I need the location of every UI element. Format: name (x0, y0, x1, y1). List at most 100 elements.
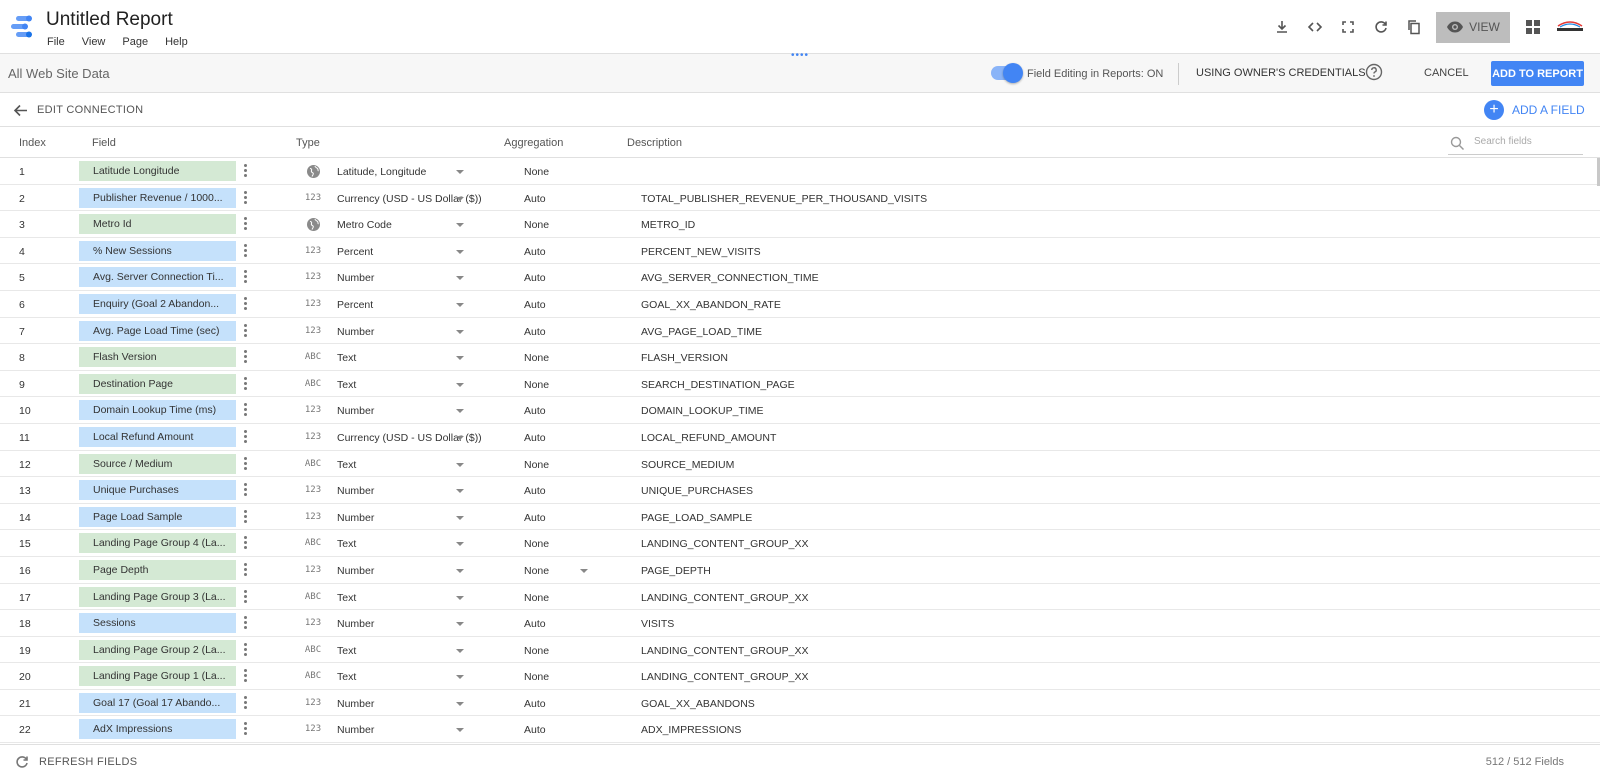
field-description[interactable]: FLASH_VERSION (641, 352, 728, 364)
aggregation-value[interactable]: Auto (524, 724, 546, 736)
more-vert-icon[interactable] (241, 270, 249, 285)
field-name-chip[interactable]: Domain Lookup Time (ms) (79, 400, 236, 421)
more-vert-icon[interactable] (241, 323, 249, 339)
type-dropdown-arrow-icon[interactable] (456, 223, 464, 228)
download-icon[interactable] (1265, 11, 1298, 44)
type-dropdown-arrow-icon[interactable] (456, 489, 464, 494)
field-name-chip[interactable]: Flash Version (79, 347, 236, 368)
field-name-chip[interactable]: Page Load Sample (79, 506, 236, 527)
type-select[interactable]: Text (337, 459, 465, 471)
field-description[interactable]: DOMAIN_LOOKUP_TIME (641, 405, 764, 417)
type-dropdown-arrow-icon[interactable] (456, 568, 464, 573)
more-vert-icon[interactable] (241, 403, 249, 418)
more-vert-icon[interactable] (241, 483, 249, 498)
aggregation-value[interactable]: Auto (524, 405, 546, 417)
field-description[interactable]: GOAL_XX_ABANDONS (641, 698, 755, 710)
field-name-chip[interactable]: Destination Page (79, 373, 236, 394)
field-description[interactable]: LANDING_CONTENT_GROUP_XX (641, 645, 808, 657)
field-description[interactable]: LANDING_CONTENT_GROUP_XX (641, 592, 808, 604)
aggregation-value[interactable]: None (524, 592, 549, 604)
type-dropdown-arrow-icon[interactable] (456, 382, 464, 387)
report-title[interactable]: Untitled Report (46, 9, 173, 31)
aggregation-value[interactable]: None (524, 645, 549, 657)
field-description[interactable]: LANDING_CONTENT_GROUP_XX (641, 671, 808, 683)
account-logo[interactable] (1550, 12, 1590, 42)
more-vert-icon[interactable] (241, 642, 249, 658)
menu-file[interactable]: File (47, 36, 65, 48)
more-vert-icon[interactable] (241, 695, 249, 711)
refresh-icon[interactable] (1364, 11, 1397, 44)
more-vert-icon[interactable] (241, 509, 249, 525)
type-select[interactable]: Text (337, 592, 465, 604)
type-select[interactable]: Number (337, 272, 465, 284)
more-vert-icon[interactable] (241, 243, 249, 259)
more-vert-icon[interactable] (241, 589, 249, 605)
type-dropdown-arrow-icon[interactable] (456, 196, 464, 201)
more-vert-icon[interactable] (241, 190, 249, 206)
type-select[interactable]: Text (337, 538, 465, 550)
type-dropdown-arrow-icon[interactable] (456, 170, 464, 174)
type-select[interactable]: Text (337, 671, 465, 683)
aggregation-value[interactable]: None (524, 565, 549, 577)
refresh-fields-button[interactable]: REFRESH FIELDS (39, 756, 137, 768)
field-name-chip[interactable]: Landing Page Group 3 (La... (79, 586, 236, 607)
field-name-chip[interactable]: % New Sessions (79, 240, 236, 261)
aggregation-value[interactable]: None (524, 166, 549, 178)
aggregation-value[interactable]: None (524, 379, 549, 391)
fullscreen-icon[interactable] (1331, 11, 1364, 44)
field-description[interactable]: SEARCH_DESTINATION_PAGE (641, 379, 795, 391)
more-vert-icon[interactable] (241, 376, 249, 392)
field-name-chip[interactable]: Landing Page Group 2 (La... (79, 639, 236, 660)
type-select[interactable]: Text (337, 352, 465, 364)
field-editing-toggle[interactable] (991, 63, 1023, 83)
field-name-chip[interactable]: Avg. Page Load Time (sec) (79, 320, 236, 341)
menu-help[interactable]: Help (165, 36, 188, 48)
cancel-button[interactable]: CANCEL (1424, 67, 1469, 79)
menu-page[interactable]: Page (122, 36, 148, 48)
type-select[interactable]: Number (337, 724, 465, 736)
field-name-chip[interactable]: Landing Page Group 1 (La... (79, 666, 236, 687)
type-dropdown-arrow-icon[interactable] (456, 515, 464, 520)
more-vert-icon[interactable] (241, 616, 249, 631)
type-select[interactable]: Text (337, 379, 465, 391)
aggregation-value[interactable]: Auto (524, 326, 546, 338)
aggregation-value[interactable]: Auto (524, 485, 546, 497)
field-description[interactable]: GOAL_XX_ABANDON_RATE (641, 299, 781, 311)
field-name-chip[interactable]: Metro Id (79, 214, 236, 235)
more-vert-icon[interactable] (241, 536, 249, 551)
type-dropdown-arrow-icon[interactable] (456, 409, 464, 414)
type-select[interactable]: Number (337, 698, 465, 710)
view-button[interactable]: VIEW (1436, 11, 1510, 43)
aggregation-value[interactable]: None (524, 671, 549, 683)
field-name-chip[interactable]: AdX Impressions (79, 719, 236, 740)
type-dropdown-arrow-icon[interactable] (456, 542, 464, 547)
help-icon[interactable] (1365, 63, 1383, 81)
aggregation-value[interactable]: None (524, 459, 549, 471)
edit-connection-button[interactable]: EDIT CONNECTION (37, 104, 143, 116)
credentials-button[interactable]: USING OWNER'S CREDENTIALS (1196, 67, 1366, 79)
type-select[interactable]: Text (337, 645, 465, 657)
type-dropdown-arrow-icon[interactable] (456, 675, 464, 680)
field-description[interactable]: UNIQUE_PURCHASES (641, 485, 753, 497)
apps-grid-icon[interactable] (1518, 12, 1548, 42)
type-dropdown-arrow-icon[interactable] (456, 701, 464, 706)
field-description[interactable]: PAGE_DEPTH (641, 565, 711, 577)
more-vert-icon[interactable] (241, 456, 249, 472)
more-vert-icon[interactable] (241, 217, 249, 232)
aggregation-value[interactable]: Auto (524, 432, 546, 444)
field-name-chip[interactable]: Avg. Server Connection Ti... (79, 267, 236, 288)
aggregation-value[interactable]: Auto (524, 246, 546, 258)
more-vert-icon[interactable] (241, 429, 249, 445)
type-dropdown-arrow-icon[interactable] (456, 648, 464, 653)
field-name-chip[interactable]: Sessions (79, 613, 236, 634)
type-dropdown-arrow-icon[interactable] (456, 435, 464, 440)
field-description[interactable]: METRO_ID (641, 219, 695, 231)
aggregation-value[interactable]: Auto (524, 193, 546, 205)
type-select[interactable]: Percent (337, 299, 465, 311)
aggregation-value[interactable]: None (524, 352, 549, 364)
field-name-chip[interactable]: Enquiry (Goal 2 Abandon... (79, 293, 236, 314)
type-dropdown-arrow-icon[interactable] (456, 302, 464, 307)
type-dropdown-arrow-icon[interactable] (456, 249, 464, 254)
type-dropdown-arrow-icon[interactable] (456, 329, 464, 334)
type-select[interactable]: Number (337, 565, 465, 577)
